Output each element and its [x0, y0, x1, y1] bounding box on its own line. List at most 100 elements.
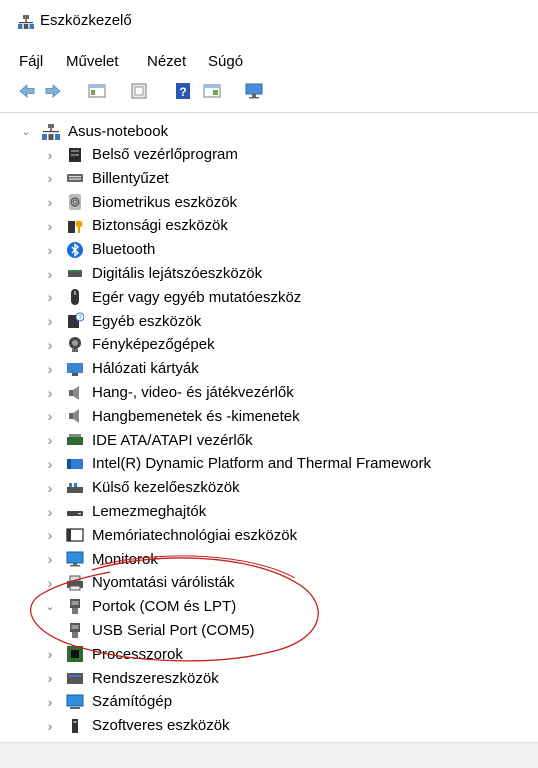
tree-item-label: Intel(R) Dynamic Platform and Thermal Fr…: [92, 455, 431, 473]
tree-category[interactable]: › IDE ATA/ATAPI vezérlők: [44, 429, 253, 452]
chevron-right-icon[interactable]: ›: [44, 289, 56, 305]
memory-icon: [66, 526, 84, 544]
tree-category[interactable]: › Processzorok: [44, 643, 183, 666]
chevron-right-icon[interactable]: ›: [44, 504, 56, 520]
chevron-right-icon[interactable]: ›: [44, 551, 56, 567]
tree-category[interactable]: › Monitorok: [44, 548, 158, 571]
chevron-down-icon[interactable]: ⌄: [20, 125, 32, 138]
tree-root-label: Asus-notebook: [68, 123, 169, 140]
tree-item-label: Hang-, video- és játékvezérlők: [92, 384, 294, 401]
tree-category[interactable]: › Intel(R) Dynamic Platform and Thermal F…: [44, 452, 431, 475]
action-pane-icon[interactable]: [203, 82, 221, 100]
bluetooth-icon: [66, 241, 84, 259]
help-icon[interactable]: ?: [174, 82, 192, 100]
chevron-right-icon[interactable]: ›: [44, 646, 56, 662]
window-title: Eszközkezelő: [40, 12, 132, 29]
hid-icon: [66, 479, 84, 497]
tree-divider: [0, 112, 538, 113]
tree-item-label: Memóriatechnológiai eszközök: [92, 526, 298, 544]
chevron-right-icon[interactable]: ›: [44, 266, 56, 282]
ide-controller-icon: [66, 431, 84, 449]
chevron-right-icon[interactable]: ›: [44, 718, 56, 734]
tree-item-label: Egér vagy egyéb mutatóeszköz: [92, 288, 302, 306]
tree-item-label: Hangbemenetek és -kimenetek: [92, 407, 300, 425]
tree-category[interactable]: › Digitális lejátszóeszközök: [44, 262, 262, 285]
tree-category[interactable]: › Belső vezérlőprogram: [44, 143, 238, 166]
tree-category[interactable]: › Biometrikus eszközök: [44, 191, 237, 214]
security-key-icon: [66, 217, 84, 235]
chevron-right-icon[interactable]: ›: [44, 218, 56, 234]
back-arrow-icon[interactable]: [18, 82, 36, 100]
menu-file[interactable]: Fájl: [19, 53, 43, 70]
menu-action[interactable]: Művelet: [66, 53, 119, 70]
chevron-right-icon[interactable]: ›: [44, 361, 56, 377]
media-player-icon: [66, 265, 84, 283]
tree-item-label: Rendszereszközök: [92, 669, 219, 687]
chevron-right-icon[interactable]: ›: [44, 480, 56, 496]
tree-item-label: Billentyűzet: [92, 169, 169, 187]
tree-item-label: Lemezmeghajtók: [92, 503, 207, 520]
tree-category[interactable]: ›? Egyéb eszközök: [44, 310, 201, 333]
tree-item-label: Külső kezelőeszközök: [92, 479, 240, 497]
properties-icon[interactable]: [130, 82, 148, 100]
tree-category[interactable]: › Egér vagy egyéb mutatóeszköz: [44, 286, 302, 309]
tree-category[interactable]: › Billentyűzet: [44, 167, 169, 190]
tree-category[interactable]: › Rendszereszközök: [44, 667, 219, 690]
menu-view[interactable]: Nézet: [147, 53, 186, 70]
forward-arrow-icon[interactable]: [44, 82, 62, 100]
tree-item-label: Processzorok: [92, 645, 183, 663]
port-icon: [66, 598, 84, 616]
chevron-right-icon[interactable]: ›: [44, 575, 56, 591]
chevron-right-icon[interactable]: ›: [44, 670, 56, 686]
tree-category[interactable]: › Szoftveres eszközök: [44, 714, 230, 737]
tree-item-label: Monitorok: [92, 550, 158, 568]
chevron-right-icon[interactable]: ›: [44, 194, 56, 210]
camera-icon: [66, 336, 84, 354]
chevron-right-icon[interactable]: ›: [44, 242, 56, 258]
chevron-down-icon[interactable]: ⌄: [44, 600, 56, 613]
tree-category[interactable]: › Hangbemenetek és -kimenetek: [44, 405, 300, 428]
chevron-right-icon[interactable]: ›: [44, 694, 56, 710]
tree-item-label: Biometrikus eszközök: [92, 193, 238, 211]
chevron-right-icon[interactable]: ›: [44, 337, 56, 353]
tree-category[interactable]: › Hálózati kártyák: [44, 357, 199, 380]
keyboard-icon: [66, 169, 84, 187]
chevron-right-icon[interactable]: ›: [44, 527, 56, 543]
chevron-right-icon[interactable]: ›: [44, 408, 56, 424]
tree-category[interactable]: › Memóriatechnológiai eszközök: [44, 524, 297, 547]
tree-category[interactable]: › Biztonsági eszközök: [44, 214, 228, 237]
toolbar: ?: [0, 80, 538, 104]
speaker-icon: [66, 407, 84, 425]
tree-child-item[interactable]: USB Serial Port (COM5): [66, 619, 255, 642]
tree-category[interactable]: › Külső kezelőeszközök: [44, 476, 240, 499]
tree-category[interactable]: › Hang-, video- és játékvezérlők: [44, 381, 294, 404]
chip-icon: [66, 455, 84, 473]
tree-root[interactable]: ⌄ Asus-notebook: [20, 120, 168, 143]
chevron-right-icon[interactable]: ›: [44, 313, 56, 329]
port-icon: [66, 622, 84, 640]
show-hide-console-tree-icon[interactable]: [88, 82, 106, 100]
tree-category[interactable]: › Bluetooth: [44, 238, 156, 261]
tree-category[interactable]: › Számítógép: [44, 690, 172, 713]
tree-item-label: USB Serial Port (COM5): [92, 622, 255, 639]
disk-drive-icon: [66, 503, 84, 521]
title-bar: Eszközkezelő: [0, 0, 538, 44]
chevron-right-icon[interactable]: ›: [44, 147, 56, 163]
chevron-right-icon[interactable]: ›: [44, 432, 56, 448]
tree-item-label: IDE ATA/ATAPI vezérlők: [92, 431, 253, 449]
scan-hardware-icon[interactable]: [245, 82, 263, 100]
tree-category[interactable]: › Nyomtatási várólisták: [44, 571, 235, 594]
svg-text:?: ?: [179, 85, 186, 99]
tree-category[interactable]: › Lemezmeghajtók: [44, 500, 207, 523]
tree-item-label: Digitális lejátszóeszközök: [92, 265, 263, 282]
menu-help[interactable]: Súgó: [208, 53, 243, 70]
processor-icon: [66, 645, 84, 663]
chevron-right-icon[interactable]: ›: [44, 170, 56, 186]
unknown-device-icon: ?: [66, 312, 85, 330]
tree-category[interactable]: › Fényképezőgépek: [44, 333, 215, 356]
chevron-right-icon[interactable]: ›: [44, 456, 56, 472]
network-adapter-icon: [66, 360, 84, 378]
chevron-right-icon[interactable]: ›: [44, 385, 56, 401]
tree-category[interactable]: ⌄ Portok (COM és LPT): [44, 595, 236, 618]
tree-item-label: Nyomtatási várólisták: [92, 574, 235, 592]
